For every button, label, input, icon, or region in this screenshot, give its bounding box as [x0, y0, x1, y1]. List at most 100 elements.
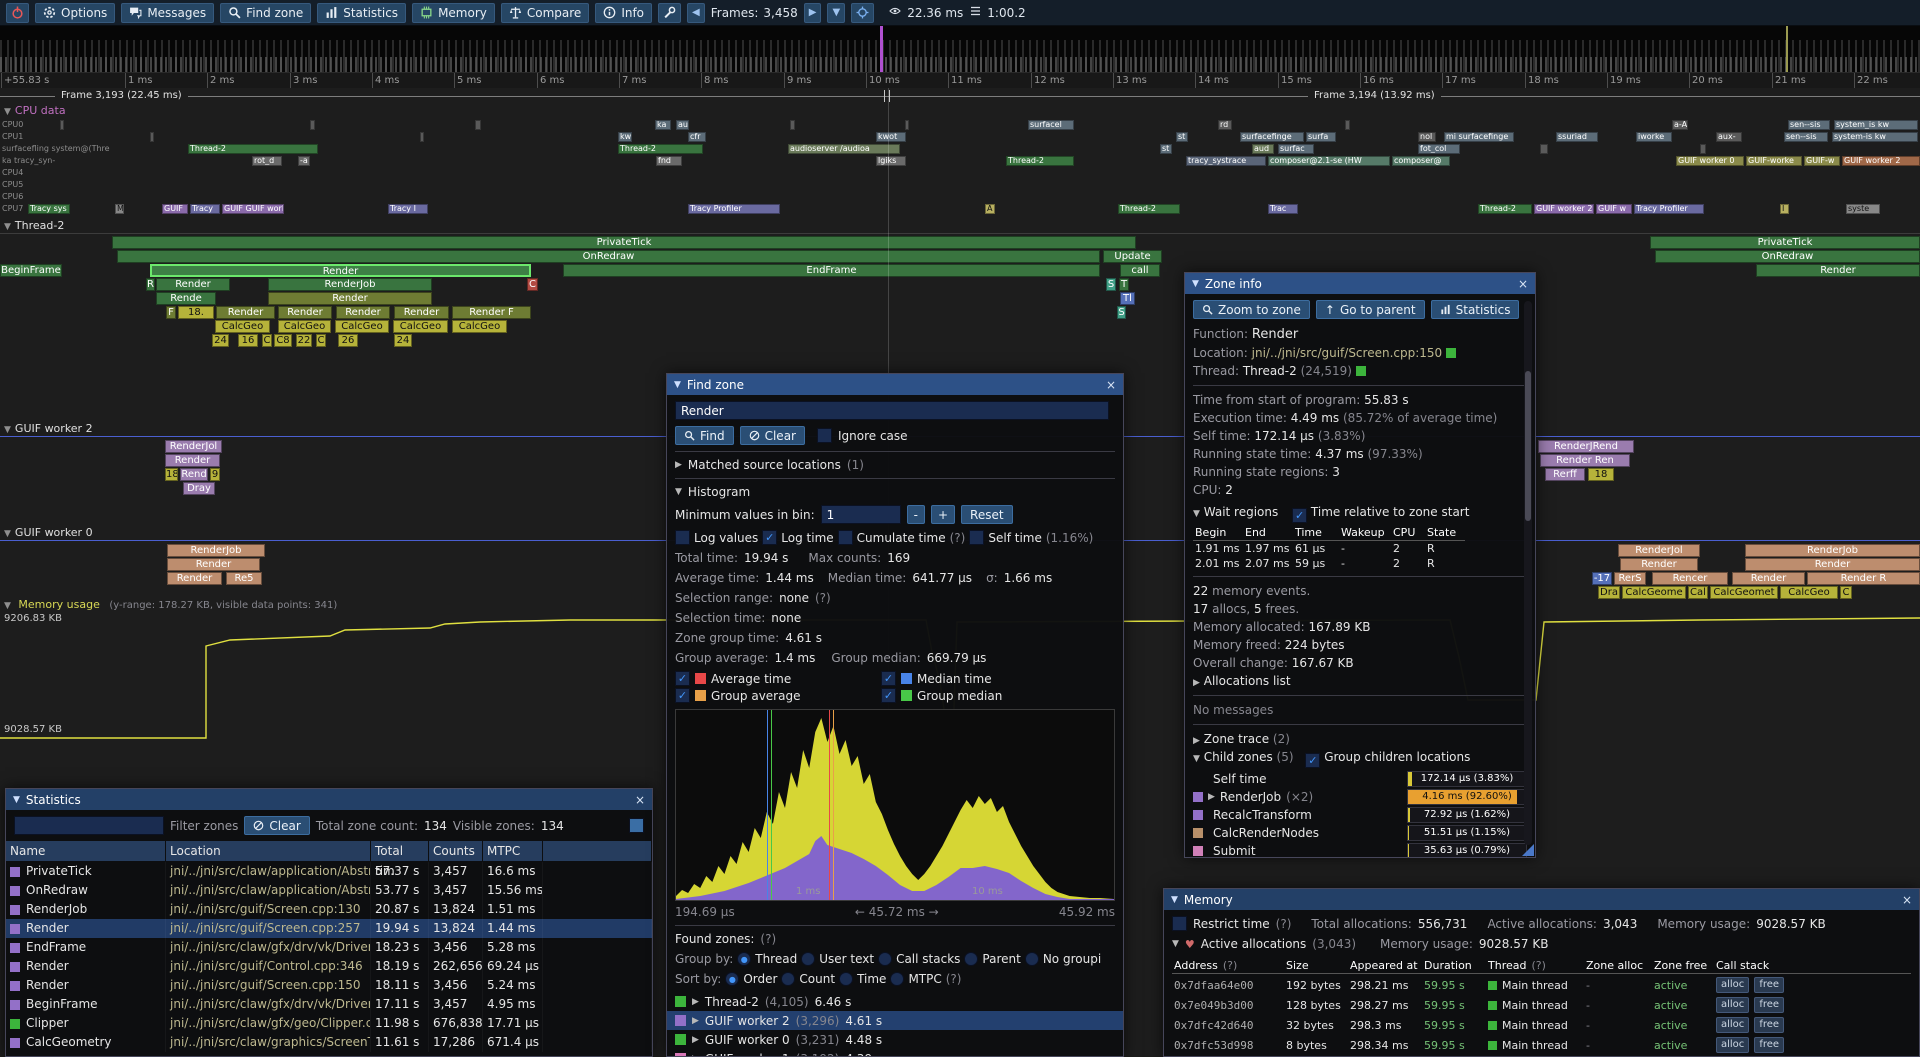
found-zone-group-row[interactable]: ▶ GUIF worker 1 (3,192) 4.39 s	[667, 1049, 1123, 1057]
column-header-counts[interactable]: Counts	[429, 841, 483, 861]
help-marker[interactable]: (?)	[946, 972, 962, 986]
timeline-zone[interactable]: 16	[238, 334, 258, 347]
active-allocations-toggle[interactable]: ▼ ♥ Active allocations (3,043) Memory us…	[1164, 937, 1919, 951]
cpu-zone[interactable]	[1540, 144, 1548, 154]
cpu-zone[interactable]	[475, 120, 481, 130]
timeline-zone[interactable]: CalcGeome	[1622, 586, 1686, 599]
time-relative-checkbox[interactable]: ✓	[1292, 508, 1307, 523]
timeline-zone[interactable]: CalcGeo	[393, 320, 448, 333]
cpu-zone[interactable]: audioserver /audioa	[788, 144, 900, 154]
timeline-zone[interactable]: CalcGeo	[335, 320, 389, 333]
timeline-zone[interactable]: 9	[210, 468, 220, 481]
table-row[interactable]: Render jni/../jni/src/guif/Screen.cpp:15…	[6, 976, 652, 995]
cpu-zone[interactable]: GUIF worker 2	[1534, 204, 1594, 214]
cpu-zone[interactable]	[1345, 120, 1350, 130]
cpu-zone[interactable]: au	[676, 120, 689, 130]
child-zone-row[interactable]: RecalcTransform 72.92 μs (1.62%)	[1185, 806, 1535, 824]
cpu-zone[interactable]: surfacel	[1028, 120, 1074, 130]
find-button[interactable]: Find	[675, 426, 734, 445]
timeline-zone[interactable]: PrivateTick	[112, 236, 1136, 249]
group-by-callstacks-radio[interactable]	[878, 952, 892, 966]
timeline-zone[interactable]: Cal	[1688, 586, 1708, 599]
matched-locations-toggle[interactable]: ▶ Matched source locations (1)	[667, 458, 1123, 472]
timeline-zone[interactable]: Render	[1756, 264, 1920, 277]
restrict-time-checkbox[interactable]	[1172, 916, 1187, 931]
table-row[interactable]: 0x7e049b3d00 128 bytes 298.27 ms 59.95 s…	[1164, 995, 1919, 1015]
memory-titlebar[interactable]: ▼ Memory ×	[1164, 889, 1919, 910]
cpu-zone[interactable]	[420, 132, 424, 142]
timeline-zone[interactable]: Rend	[180, 468, 208, 481]
timeline-zone[interactable]: S	[1117, 306, 1126, 319]
cpu-zone[interactable]: Thread-2	[1478, 204, 1532, 214]
alloc-callstack-button[interactable]: alloc	[1716, 977, 1749, 993]
frame-label[interactable]: Frame 3,194 (13.92 ms)	[1308, 90, 1441, 101]
cpu-zone[interactable]: Tracy I	[388, 204, 428, 214]
stats-option-checkbox[interactable]	[629, 818, 644, 833]
timeline-zone[interactable]: RenderJob	[167, 544, 265, 557]
messages-button[interactable]: Messages	[121, 3, 214, 23]
cpu-zone[interactable]: Tracy Profiler	[1634, 204, 1704, 214]
cpu-zone[interactable]	[905, 120, 909, 130]
help-marker[interactable]: (?)	[760, 932, 776, 946]
cpu-zone[interactable]: iworke	[1636, 132, 1672, 142]
timeline-zone[interactable]: T	[1119, 278, 1129, 291]
timeline-zone[interactable]: RenderJob	[1745, 544, 1920, 557]
cpu-zone[interactable]: rot_d	[252, 156, 282, 166]
found-zone-group-row[interactable]: ▶ GUIF worker 0 (3,231) 4.48 s	[667, 1030, 1123, 1049]
table-row[interactable]: BeginFrame jni/../jni/src/claw/gfx/drv/v…	[6, 995, 652, 1014]
cumulate-time-checkbox[interactable]	[838, 530, 853, 545]
info-button[interactable]: Info	[595, 3, 652, 23]
timeline-zone[interactable]: 22	[296, 334, 312, 347]
found-zone-group-row[interactable]: ▶ GUIF worker 2 (3,296) 4.61 s	[667, 1011, 1123, 1030]
table-row[interactable]: 0x7dfc53d998 8 bytes 298.34 ms 59.95 s M…	[1164, 1035, 1919, 1055]
ignore-case-checkbox[interactable]	[817, 428, 832, 443]
frame-dropdown-button[interactable]: ▼	[827, 3, 845, 23]
table-row[interactable]: RenderJob jni/../jni/src/guif/Screen.cpp…	[6, 900, 652, 919]
cpu-zone[interactable]: GUIF worker 0	[1676, 156, 1744, 166]
cpu-zone[interactable]: GUIF-w	[1804, 156, 1840, 166]
timeline-zone[interactable]: S	[1106, 278, 1116, 291]
wait-region-row[interactable]: 2.01 ms2.07 ms59 μs -2R	[1185, 556, 1535, 571]
group-by-thread-radio[interactable]: ●	[737, 952, 751, 966]
cpu-zone[interactable]: Thread-2	[1006, 156, 1074, 166]
allocations-list-toggle[interactable]: ▶ Allocations list	[1185, 672, 1535, 690]
statistics-table-header[interactable]: Name Location Total tim Counts MTPC	[6, 841, 652, 861]
timeline-zone[interactable]: Re5	[226, 572, 262, 585]
cpu-zone[interactable]: cfr	[688, 132, 706, 142]
cpu-zone[interactable]: composer@2.1-se (HW	[1268, 156, 1390, 166]
shutdown-button[interactable]	[6, 3, 29, 23]
free-callstack-button[interactable]: free	[1754, 1017, 1784, 1033]
guif-worker0-header[interactable]: ▼GUIF worker 0	[4, 526, 93, 539]
cpu-zone[interactable]: GUIF w	[1596, 204, 1632, 214]
wait-regions-toggle[interactable]: ▼ Wait regions ✓ Time relative to zone s…	[1185, 503, 1535, 525]
cpu-zone[interactable]: aud	[1252, 144, 1274, 154]
cpu-zone[interactable]: Thread-2	[188, 144, 318, 154]
options-button[interactable]: Options	[35, 3, 115, 23]
timeline-zone[interactable]: Update	[1103, 250, 1162, 263]
group-by-none-radio[interactable]	[1025, 952, 1039, 966]
zone-search-input[interactable]: Render	[675, 401, 1109, 420]
timeline-zone[interactable]: Rencer	[1652, 572, 1728, 585]
timeline-zone[interactable]: PrivateTick	[1650, 236, 1920, 249]
timeline-zone[interactable]: -17	[1592, 572, 1612, 585]
statistics-titlebar[interactable]: ▼ Statistics ×	[6, 789, 652, 810]
frame-overview-strip[interactable]	[0, 26, 1920, 72]
timeline-zone[interactable]: Rerff	[1545, 468, 1585, 481]
zoom-to-zone-button[interactable]: Zoom to zone	[1193, 300, 1310, 319]
cpu-zone[interactable]: I	[1780, 204, 1789, 214]
child-zone-row[interactable]: Submit 35.63 μs (0.79%)	[1185, 842, 1535, 858]
timeline-zone[interactable]: Render	[216, 306, 275, 319]
timeline-zone[interactable]: Render R	[1807, 572, 1920, 585]
reset-button[interactable]: Reset	[961, 505, 1013, 524]
cpu-zone[interactable]: Thread-2	[1118, 204, 1180, 214]
location-value[interactable]: jni/../jni/src/guif/Screen.cpp:150	[1252, 346, 1443, 360]
find-zone-histogram[interactable]: 1 ms 10 ms	[675, 709, 1115, 901]
cpu-zone[interactable]: Tracy sys	[28, 204, 70, 214]
timeline-zone[interactable]: 18	[1588, 468, 1614, 481]
cpu-zone[interactable]: fot_col	[1418, 144, 1460, 154]
timeline-zone[interactable]: Rende	[156, 292, 216, 305]
go-to-parent-button[interactable]: ↑ Go to parent	[1316, 300, 1425, 319]
cpu-zone[interactable]: rd	[1218, 120, 1232, 130]
alloc-callstack-button[interactable]: alloc	[1716, 1037, 1749, 1053]
timeline-zone[interactable]: RenderJRend	[1538, 440, 1634, 453]
